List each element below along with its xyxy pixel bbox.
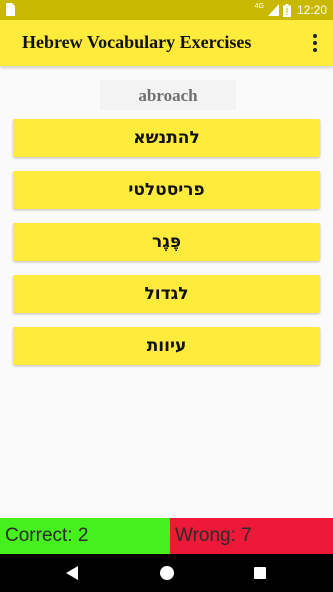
answer-button-5[interactable]: עיוות (13, 327, 320, 365)
home-icon[interactable] (160, 566, 174, 580)
status-bar: 4G 12:20 (0, 0, 333, 20)
battery-icon (282, 3, 291, 17)
clock: 12:20 (296, 3, 327, 17)
menu-dot (313, 41, 317, 45)
back-icon[interactable] (66, 566, 78, 580)
app-bar: Hebrew Vocabulary Exercises (0, 20, 333, 66)
signal-icon (267, 4, 279, 16)
answer-button-2[interactable]: פריסטלטי (13, 171, 320, 209)
recent-apps-icon[interactable] (254, 567, 266, 579)
answer-button-3[interactable]: פֶּגֶר (13, 223, 320, 261)
answer-button-1[interactable]: להתנשא (13, 119, 320, 157)
correct-count: Correct: 2 (0, 518, 170, 554)
wrong-count: Wrong: 7 (170, 518, 333, 554)
navigation-bar (0, 554, 333, 592)
answer-button-4[interactable]: לגדול (13, 275, 320, 313)
sim-card-icon (6, 3, 15, 16)
menu-dot (313, 34, 317, 38)
app-title: Hebrew Vocabulary Exercises (22, 32, 252, 52)
status-icons: 4G 12:20 (255, 0, 327, 20)
more-vert-icon[interactable] (303, 29, 327, 57)
network-type: 4G (254, 2, 264, 10)
menu-dot (313, 48, 317, 52)
word-prompt: abroach (100, 80, 236, 110)
